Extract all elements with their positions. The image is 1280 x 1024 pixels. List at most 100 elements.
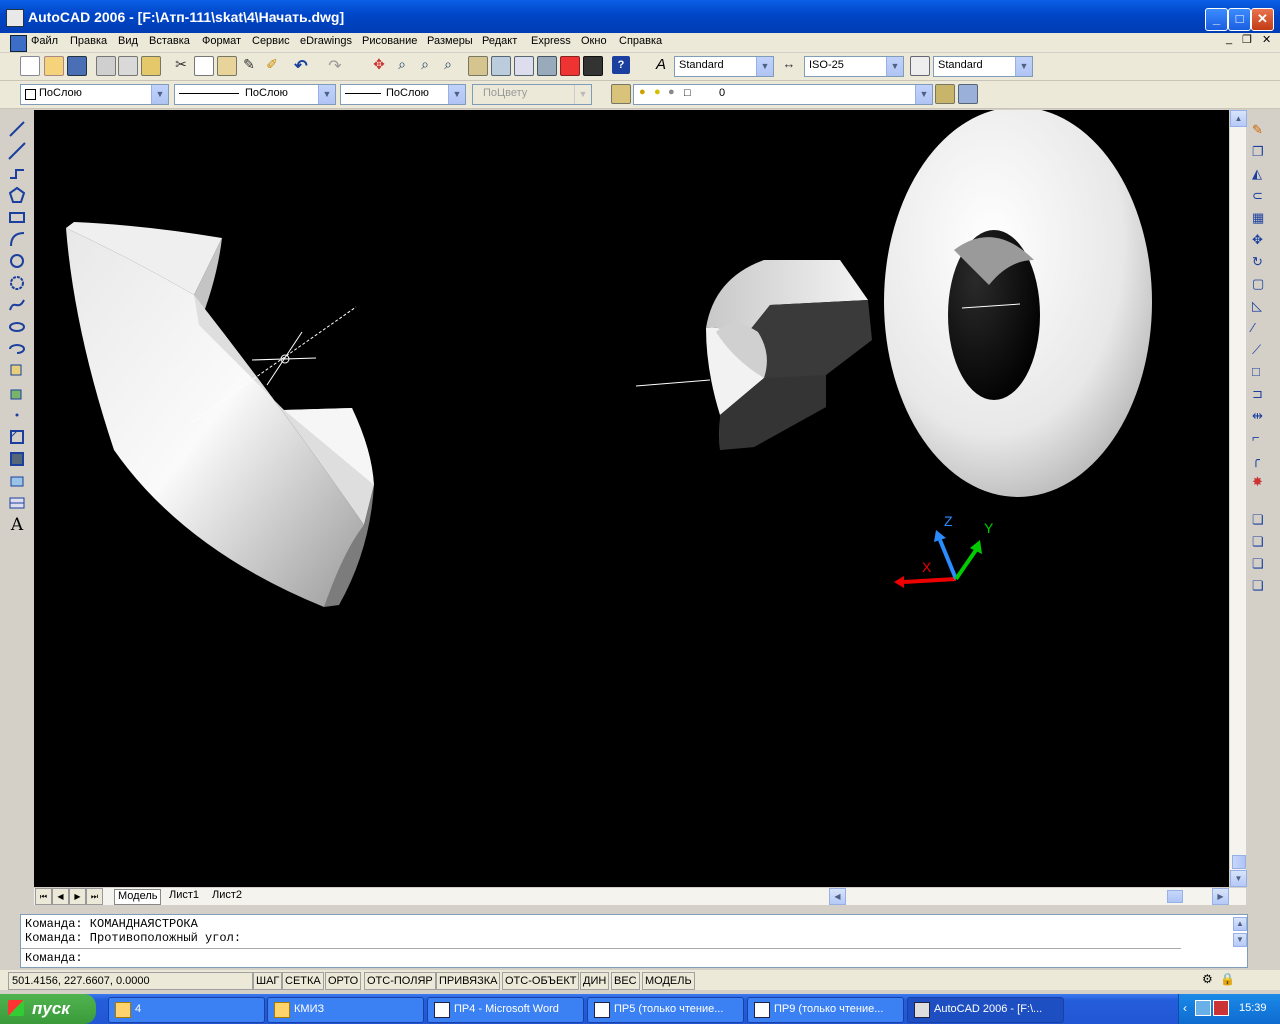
close-button[interactable]: ✕ — [1251, 8, 1274, 31]
trim-icon[interactable]: ⁄ — [1252, 320, 1270, 338]
join-icon[interactable]: ⇹ — [1252, 408, 1270, 426]
start-button[interactable]: пуск — [0, 994, 96, 1024]
extruded-solid[interactable] — [635, 260, 872, 450]
task-folder-4[interactable]: 4 — [108, 997, 265, 1023]
arc-icon[interactable] — [8, 230, 26, 248]
zoom-previous-icon[interactable]: ⌕ — [439, 56, 457, 74]
menu-format[interactable]: Формат — [202, 35, 241, 47]
ellipse-icon[interactable] — [8, 318, 26, 336]
vertical-scrollbar[interactable]: ▲ ▼ — [1230, 110, 1247, 887]
command-prompt[interactable]: Команда: — [25, 951, 83, 965]
prev-tab-icon[interactable]: ◀ — [52, 888, 69, 905]
copy-icon[interactable] — [194, 56, 214, 76]
toolbar-lock-icon[interactable]: 🔒 — [1220, 972, 1235, 986]
table-icon[interactable] — [8, 494, 26, 512]
explode-icon[interactable]: ✸ — [1252, 474, 1270, 492]
snap-toggle[interactable]: ШАГ — [253, 972, 283, 990]
polar-toggle[interactable]: ОТС-ПОЛЯР — [364, 972, 436, 990]
task-word-pr9[interactable]: ПР9 (только чтение... — [747, 997, 904, 1023]
chevron-down-icon[interactable]: ▼ — [448, 85, 465, 104]
layer-previous-icon[interactable] — [958, 84, 978, 104]
zoom-realtime-icon[interactable]: ⌕ — [393, 56, 411, 74]
scale-icon[interactable]: ▢ — [1252, 276, 1270, 294]
table-style-combo[interactable]: Standard ▼ — [933, 56, 1033, 77]
line-icon[interactable] — [8, 120, 26, 138]
layer-combo[interactable]: ● ● ● □ 0 ▼ — [633, 84, 933, 105]
array-icon[interactable]: ▦ — [1252, 210, 1270, 228]
draw-order-back-icon[interactable]: ❏ — [1252, 534, 1270, 552]
tab-layout2[interactable]: Лист2 — [209, 889, 245, 903]
otrack-toggle[interactable]: ОТС-ОБЪЕКТ — [502, 972, 580, 990]
menu-window[interactable]: Окно — [581, 35, 607, 47]
draw-order-front-icon[interactable]: ❏ — [1252, 512, 1270, 530]
communication-center-icon[interactable]: ⚙ — [1202, 972, 1213, 986]
cut-icon[interactable]: ✂ — [172, 56, 190, 74]
tray-expand-icon[interactable]: ‹ — [1183, 1001, 1187, 1015]
torus-solid[interactable] — [884, 110, 1152, 497]
vertical-scroll-thumb[interactable] — [1232, 855, 1246, 869]
menu-edit[interactable]: Правка — [70, 35, 107, 47]
make-block-icon[interactable] — [8, 384, 26, 402]
tab-model[interactable]: Модель — [114, 889, 162, 905]
ellipse-arc-icon[interactable] — [8, 340, 26, 358]
menu-modify[interactable]: Редакт — [482, 35, 517, 47]
table-style-icon[interactable] — [910, 56, 930, 76]
chevron-down-icon[interactable]: ▼ — [151, 85, 168, 104]
command-scroll-down-icon[interactable]: ▼ — [1233, 933, 1247, 947]
menu-express[interactable]: Express — [531, 35, 571, 47]
model-space-canvas[interactable]: X Z Y — [34, 110, 1229, 887]
help-icon[interactable]: ? — [612, 56, 630, 74]
doc-restore-icon[interactable]: ❐ — [1242, 33, 1252, 46]
layer-manager-icon[interactable] — [611, 84, 631, 104]
construction-line-icon[interactable] — [8, 142, 26, 160]
pan-icon[interactable]: ✥ — [370, 56, 388, 74]
design-center-icon[interactable] — [491, 56, 511, 76]
break-at-point-icon[interactable]: □ — [1252, 364, 1270, 382]
save-icon[interactable] — [67, 56, 87, 76]
publish-icon[interactable] — [141, 56, 161, 76]
text-style-icon[interactable]: A — [652, 56, 670, 74]
maximize-button[interactable]: □ — [1228, 8, 1251, 31]
rotate-icon[interactable]: ↻ — [1252, 254, 1270, 272]
scroll-left-icon[interactable]: ◀ — [829, 888, 846, 905]
dim-style-icon[interactable]: ↔ — [780, 56, 798, 74]
lineweight-combo[interactable]: ПоСлою ▼ — [340, 84, 466, 105]
menu-file[interactable]: Файл — [31, 35, 58, 47]
scroll-right-icon[interactable]: ▶ — [1212, 888, 1229, 905]
drawing-viewport[interactable]: X Z Y — [34, 110, 1229, 887]
linetype-combo[interactable]: ПоСлою ▼ — [174, 84, 336, 105]
menu-edrawings[interactable]: eDrawings — [300, 35, 352, 47]
grid-toggle[interactable]: СЕТКА — [282, 972, 324, 990]
task-folder-kmiz[interactable]: КМИЗ — [267, 997, 424, 1023]
coordinate-readout[interactable]: 501.4156, 227.6607, 0.0000 — [8, 972, 253, 990]
menu-view[interactable]: Вид — [118, 35, 138, 47]
offset-icon[interactable]: ⊂ — [1252, 188, 1270, 206]
sheet-set-icon[interactable] — [537, 56, 557, 76]
scroll-down-icon[interactable]: ▼ — [1230, 870, 1247, 887]
menu-insert[interactable]: Вставка — [149, 35, 190, 47]
model-toggle[interactable]: МОДЕЛЬ — [642, 972, 695, 990]
lineweight-toggle[interactable]: ВЕС — [611, 972, 640, 990]
menu-tools[interactable]: Сервис — [252, 35, 290, 47]
insert-block-icon[interactable] — [8, 362, 26, 380]
task-autocad[interactable]: AutoCAD 2006 - [F:\... — [907, 997, 1064, 1023]
doc-close-icon[interactable]: ✕ — [1262, 33, 1271, 46]
menu-draw[interactable]: Рисование — [362, 35, 417, 47]
multiline-text-icon[interactable]: A — [8, 515, 26, 535]
move-icon[interactable]: ✥ — [1252, 232, 1270, 250]
markup-icon[interactable] — [560, 56, 580, 76]
chevron-down-icon[interactable]: ▼ — [915, 85, 932, 104]
rectangle-icon[interactable] — [8, 208, 26, 226]
paste-icon[interactable] — [217, 56, 237, 76]
properties-icon[interactable] — [468, 56, 488, 76]
task-word-pr4[interactable]: ПР4 - Microsoft Word — [427, 997, 584, 1023]
document-icon[interactable] — [10, 35, 27, 52]
osnap-toggle[interactable]: ПРИВЯЗКА — [436, 972, 501, 990]
ortho-toggle[interactable]: ОРТО — [325, 972, 362, 990]
match-properties-icon[interactable]: ✎ — [240, 56, 258, 74]
point-icon[interactable] — [8, 406, 26, 424]
bring-above-icon[interactable]: ❏ — [1252, 556, 1270, 574]
sweep-solid[interactable] — [66, 222, 374, 607]
hatch-icon[interactable] — [8, 428, 26, 446]
zoom-window-icon[interactable]: ⌕ — [416, 56, 434, 74]
